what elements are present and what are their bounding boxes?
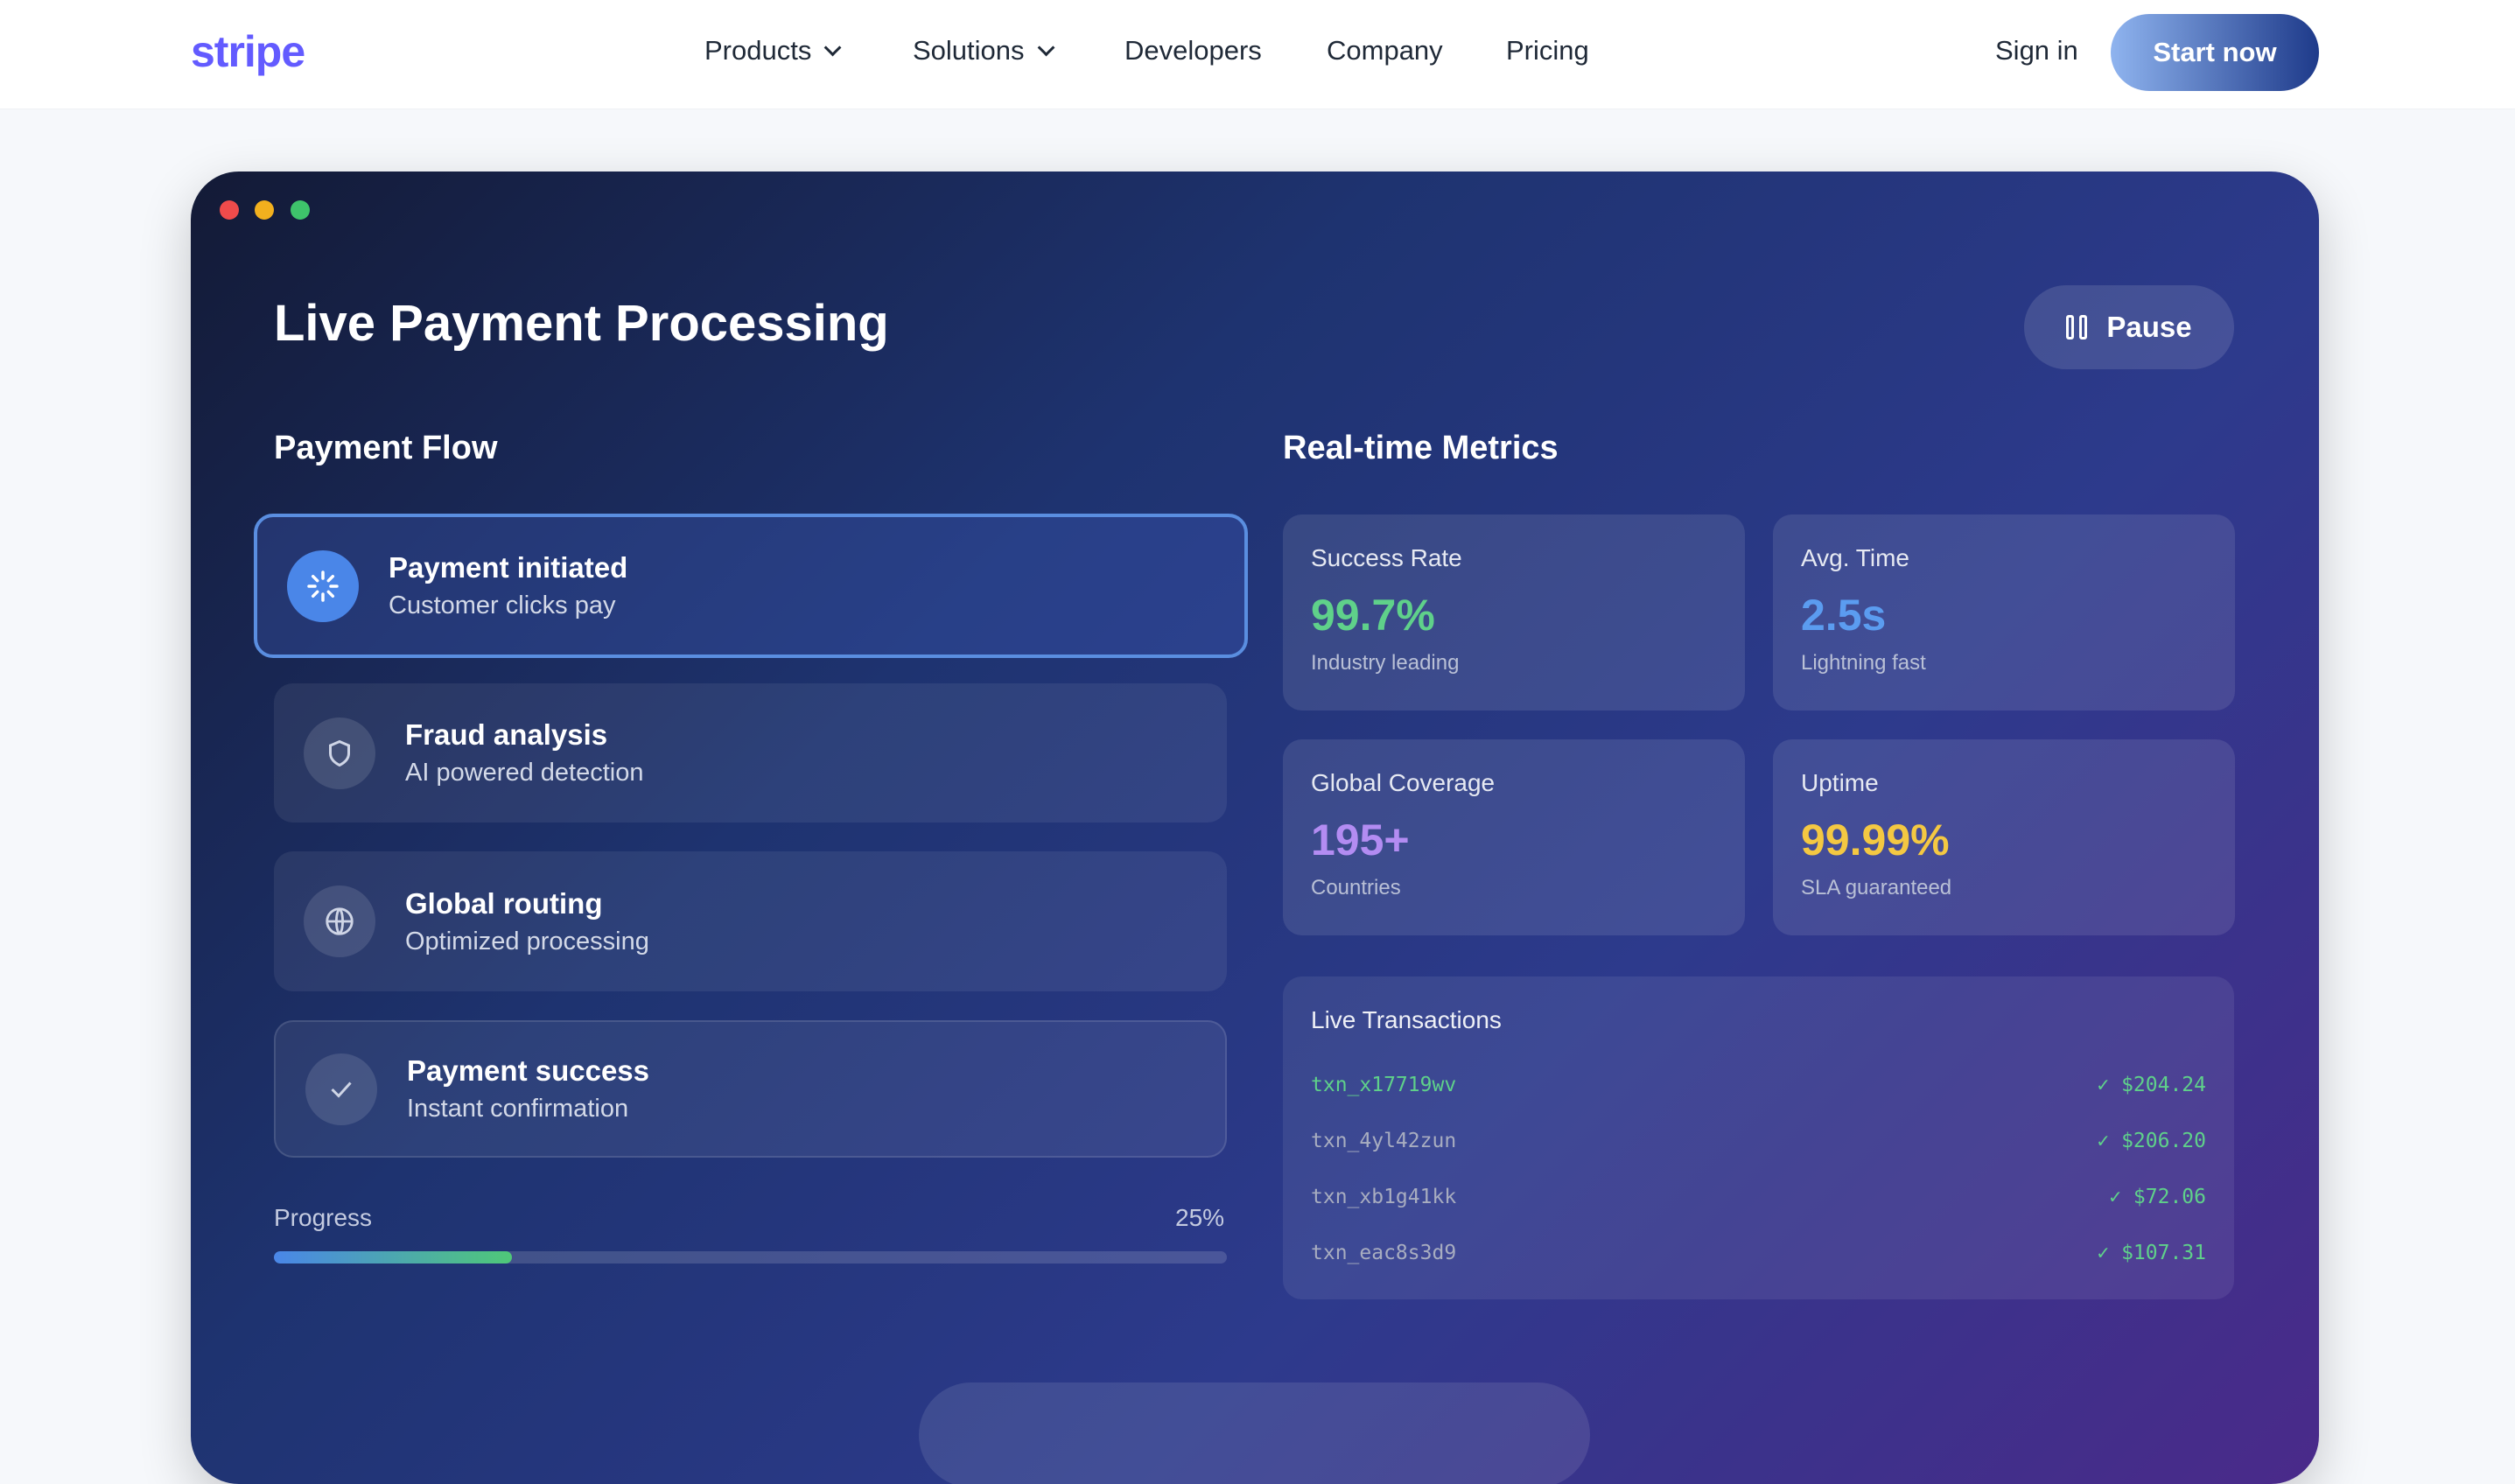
metric-value: 99.99% <box>1801 816 1950 864</box>
step-title: Payment success <box>407 1054 650 1087</box>
nav-pricing[interactable]: Pricing <box>1506 35 1589 66</box>
transaction-id: txn_eac8s3d9 <box>1311 1242 1457 1264</box>
metric-value: 2.5s <box>1801 591 1887 640</box>
metric-sub: SLA guaranteed <box>1801 876 1952 900</box>
transaction-id: txn_x17719wv <box>1311 1074 1457 1096</box>
step-title: Fraud analysis <box>405 718 608 751</box>
metric-sub: Industry leading <box>1311 651 1460 675</box>
metric-success-rate: Success Rate 99.7% Industry leading <box>1283 514 1745 710</box>
stripe-logo[interactable]: stripe <box>191 26 305 77</box>
transaction-row: txn_eac8s3d9 ✓ $107.31 <box>1311 1225 2206 1281</box>
bottom-panel <box>919 1382 1590 1484</box>
live-transactions-heading: Live Transactions <box>1311 1006 1502 1033</box>
window-close-dot <box>220 200 239 220</box>
step-title: Payment initiated <box>389 551 628 584</box>
nav-company[interactable]: Company <box>1327 35 1443 66</box>
step-subtitle: Customer clicks pay <box>389 592 616 620</box>
step-fraud-analysis[interactable]: Fraud analysis AI powered detection <box>274 683 1227 822</box>
nav-developers[interactable]: Developers <box>1124 35 1262 66</box>
transaction-id: txn_xb1g41kk <box>1311 1186 1457 1208</box>
check-icon <box>305 1053 377 1125</box>
transaction-amount: ✓ $206.20 <box>2097 1130 2206 1152</box>
progress-bar <box>274 1251 1227 1264</box>
progress-percent: 25% <box>1175 1204 1225 1231</box>
step-title: Global routing <box>405 886 603 920</box>
transaction-amount: ✓ $204.24 <box>2097 1074 2206 1096</box>
demo-window: Live Payment Processing Pause Payment Fl… <box>191 172 2319 1484</box>
pause-button[interactable]: Pause <box>2024 285 2234 369</box>
progress-fill <box>274 1251 513 1264</box>
top-nav: stripe Products Solutions Developers Com… <box>0 0 2515 109</box>
metric-value: 99.7% <box>1311 591 1435 640</box>
metric-label: Success Rate <box>1311 544 1462 571</box>
pause-label: Pause <box>2106 311 2192 343</box>
window-maximize-dot <box>291 200 310 220</box>
step-subtitle: AI powered detection <box>405 759 644 787</box>
nav-products[interactable]: Products <box>704 35 842 66</box>
globe-icon <box>304 886 375 957</box>
shield-icon <box>304 717 375 789</box>
metrics-heading: Real-time Metrics <box>1283 430 1559 466</box>
window-minimize-dot <box>255 200 274 220</box>
step-subtitle: Instant confirmation <box>407 1095 629 1123</box>
chevron-down-icon <box>1037 38 1054 57</box>
metric-avg-time: Avg. Time 2.5s Lightning fast <box>1773 514 2235 710</box>
transaction-amount: ✓ $72.06 <box>2109 1186 2206 1208</box>
chevron-down-icon <box>823 38 842 57</box>
spinner-icon <box>287 550 359 622</box>
transaction-row: txn_xb1g41kk ✓ $72.06 <box>1311 1169 2206 1225</box>
transaction-row: txn_x17719wv ✓ $204.24 <box>1311 1057 2206 1113</box>
metric-label: Avg. Time <box>1801 544 1909 571</box>
step-payment-initiated[interactable]: Payment initiated Customer clicks pay <box>254 514 1248 658</box>
step-payment-success[interactable]: Payment success Instant confirmation <box>274 1020 1227 1158</box>
metric-label: Uptime <box>1801 769 1879 796</box>
metric-uptime: Uptime 99.99% SLA guaranteed <box>1773 739 2235 935</box>
metric-global-coverage: Global Coverage 195+ Countries <box>1283 739 1745 935</box>
progress-label: Progress <box>274 1204 373 1231</box>
sign-in-link[interactable]: Sign in <box>1995 35 2078 66</box>
metric-sub: Lightning fast <box>1801 651 1926 675</box>
demo-title: Live Payment Processing <box>274 295 889 352</box>
nav-solutions[interactable]: Solutions <box>913 35 1054 66</box>
step-global-routing[interactable]: Global routing Optimized processing <box>274 851 1227 991</box>
metric-sub: Countries <box>1311 876 1401 900</box>
nav-label: Products <box>704 35 812 66</box>
transaction-row: txn_4yl42zun ✓ $206.20 <box>1311 1113 2206 1169</box>
pause-icon <box>2066 315 2088 340</box>
nav-label: Solutions <box>913 35 1025 66</box>
metric-label: Global Coverage <box>1311 769 1496 796</box>
metric-value: 195+ <box>1311 816 1410 864</box>
live-transactions-panel: Live Transactions txn_x17719wv ✓ $204.24 … <box>1283 976 2234 1299</box>
transaction-id: txn_4yl42zun <box>1311 1130 1457 1152</box>
start-now-button[interactable]: Start now <box>2111 14 2319 91</box>
transaction-amount: ✓ $107.31 <box>2097 1242 2206 1264</box>
payment-flow-heading: Payment Flow <box>274 430 498 466</box>
step-subtitle: Optimized processing <box>405 927 649 956</box>
